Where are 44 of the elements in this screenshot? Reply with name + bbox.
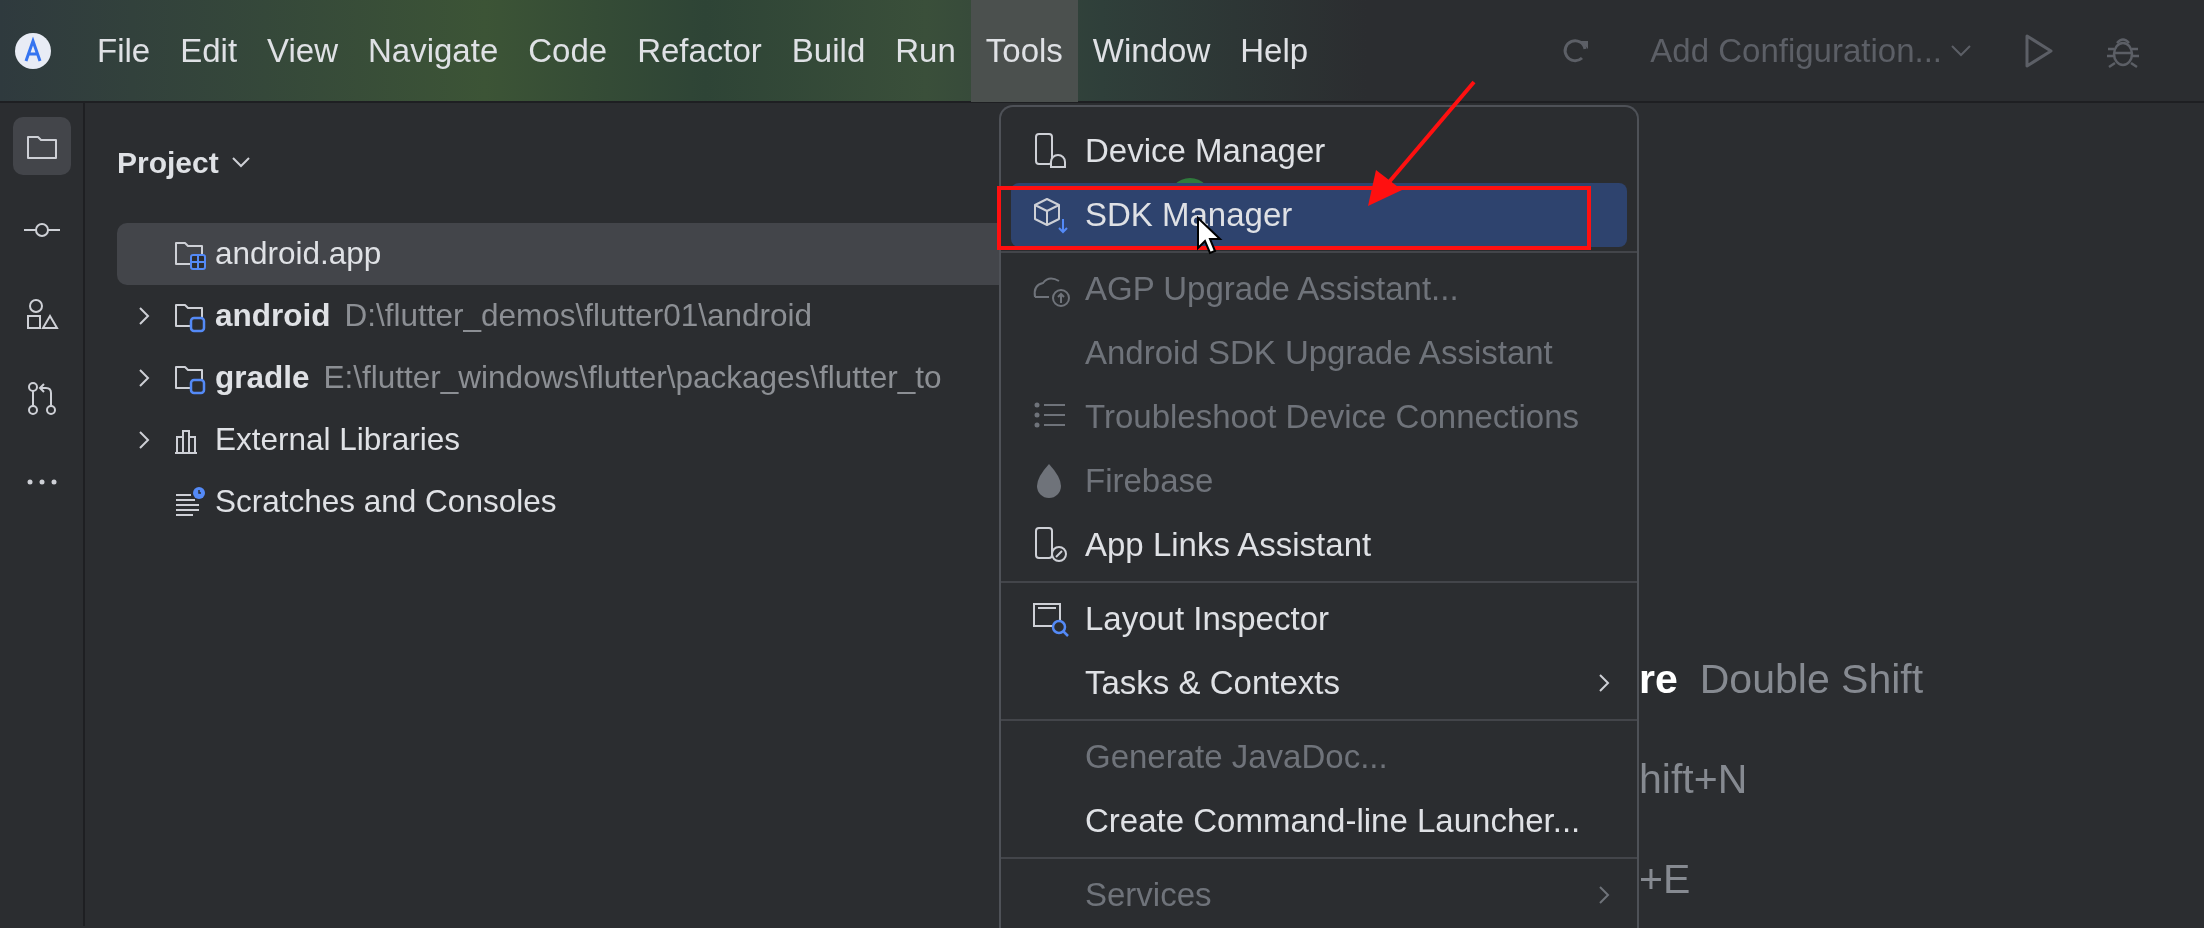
tree-row[interactable]: gradle E:\flutter_windows\flutter\packages\flutter_to: [117, 347, 999, 409]
tree-row[interactable]: android.app: [117, 223, 999, 285]
menu-item[interactable]: SDK Manager: [1011, 183, 1627, 247]
tree-path: D:\flutter_demos\flutter01\android: [344, 296, 812, 336]
menu-bar-item[interactable]: Run: [880, 0, 971, 102]
menu-item[interactable]: App Links Assistant: [1011, 513, 1627, 577]
menu-bar-item[interactable]: Tools: [970, 0, 1078, 102]
menu-bar-item[interactable]: View: [252, 0, 353, 102]
menu-bar-item[interactable]: Navigate: [353, 0, 514, 102]
tree-row[interactable]: android D:\flutter_demos\flutter01\android: [117, 285, 999, 347]
chevron-right-icon[interactable]: [137, 367, 151, 389]
chevron-right-icon[interactable]: [137, 305, 151, 327]
tree-label: android: [215, 296, 331, 336]
tool-window-button[interactable]: [12, 117, 71, 175]
menu-item[interactable]: Create Command-line Launcher...: [1011, 789, 1627, 853]
chevron-right-icon[interactable]: [137, 429, 151, 451]
hint-shortcut: hift+N: [1639, 755, 1748, 805]
tree-label: gradle: [215, 358, 310, 398]
scratches-icon: [173, 485, 207, 519]
menu-bar-item[interactable]: Refactor: [622, 0, 777, 102]
more-icon: [26, 479, 57, 485]
tree-label: Scratches and Consoles: [215, 482, 557, 522]
panel-title[interactable]: Project: [117, 139, 219, 185]
tree-label: android.app: [215, 234, 382, 274]
tree-label: External Libraries: [215, 420, 461, 460]
hint-shortcut: +E: [1639, 855, 1691, 905]
tree-path: E:\flutter_windows\flutter\packages\flutter_to: [323, 358, 942, 398]
menu-bar-item[interactable]: Edit: [165, 0, 253, 102]
menu-bar-item[interactable]: Window: [1077, 0, 1226, 102]
menu-item[interactable]: Tasks & Contexts: [1011, 651, 1627, 715]
menu-bar-item[interactable]: Help: [1225, 0, 1324, 102]
cube-download-icon: [1031, 195, 1071, 235]
tree-row[interactable]: External Libraries: [117, 409, 999, 471]
hint-shortcut: Double Shift: [1699, 655, 1924, 705]
chevron-down-icon: [1950, 43, 1972, 58]
app-logo[interactable]: [14, 31, 52, 70]
menu-bar-item[interactable]: Code: [513, 0, 623, 102]
menu-bar-item[interactable]: Build: [776, 0, 881, 102]
chevron-down-icon[interactable]: [230, 156, 251, 168]
menu-item[interactable]: Layout Inspector: [1011, 587, 1627, 651]
hint-action: re: [1639, 655, 1678, 705]
menu-bar-item[interactable]: File: [82, 0, 166, 102]
tree-row[interactable]: Scratches and Consoles: [117, 471, 999, 533]
menu-item[interactable]: Device Manager: [1011, 119, 1627, 183]
